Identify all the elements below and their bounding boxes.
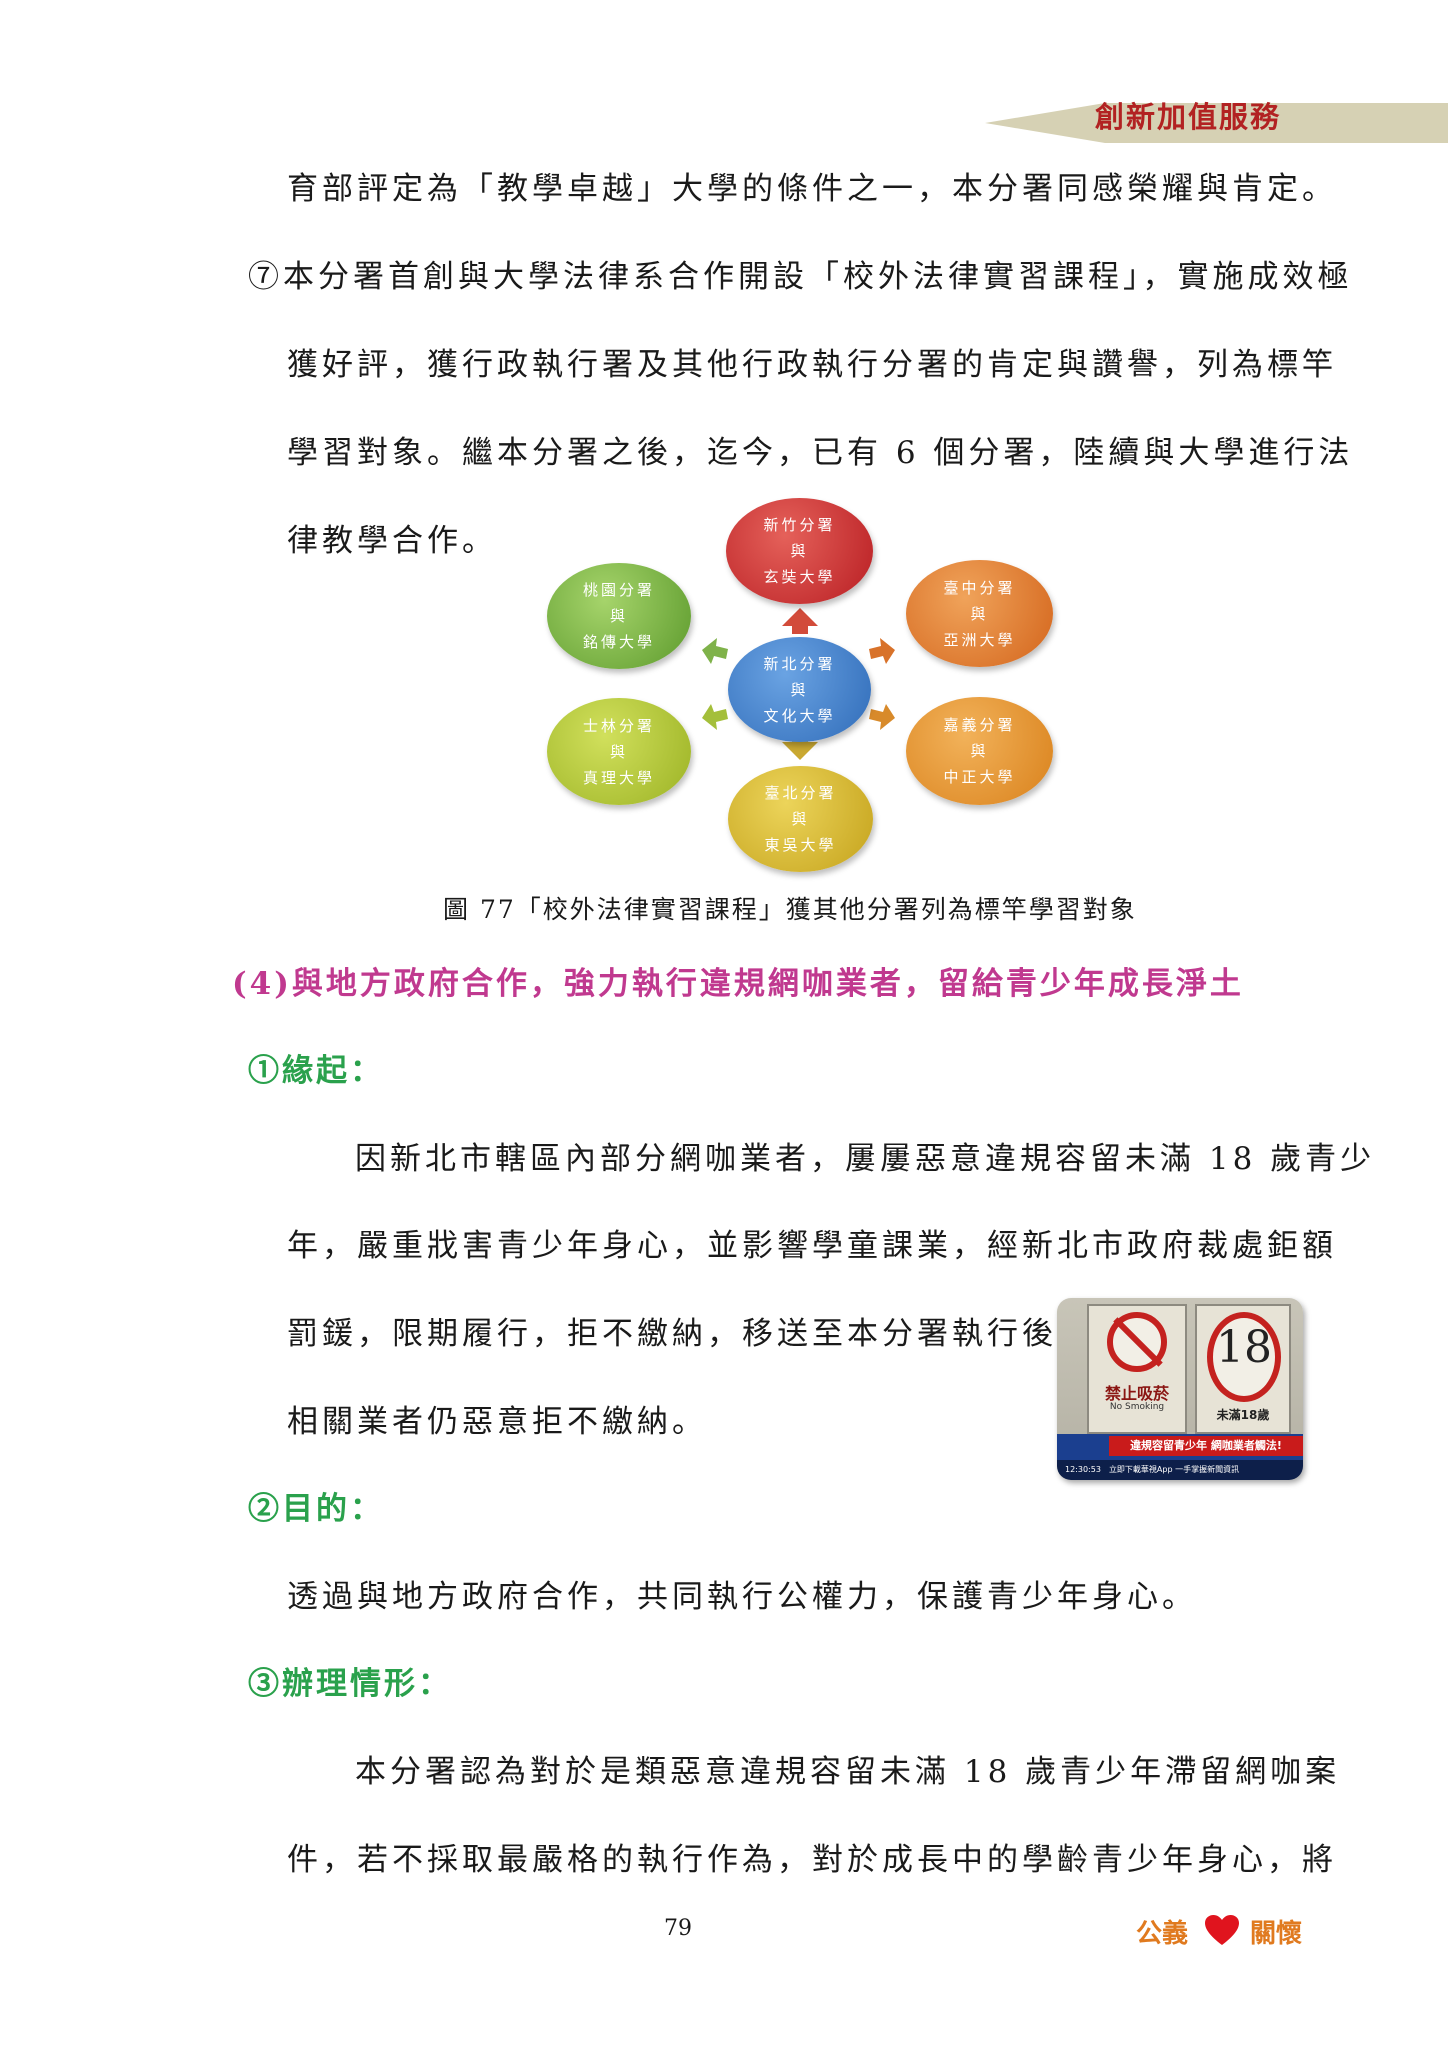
paragraph-line: 因新北市轄區內部分網咖業者，屢屢惡意違規容留未滿 18 歲青少 [355,1141,1376,1177]
paragraph-line: 獲好評，獲行政執行署及其他行政執行分署的肯定與讚譽，列為標竿 [287,347,1337,383]
sign-left-en-text: No Smoking [1109,1402,1165,1412]
paragraph-line: 育部評定為「教學卓越」大學的條件之一，本分署同感榮耀與肯定。 [287,171,1337,207]
paragraph-line: 律教學合作。 [287,523,497,559]
sign-right-number: 18 [1216,1322,1272,1373]
diagram-node-top-right: 臺中分署與亞洲大學 [906,560,1053,667]
diagram-node-bottom-right: 嘉義分署與中正大學 [906,697,1053,805]
paragraph-line: 件，若不採取最嚴格的執行作為，對於成長中的學齡青少年身心，將 [287,1842,1337,1878]
sign-left-text: 禁止吸菸 [1104,1384,1169,1403]
under-18-sign: 18 未滿18歲 [1195,1304,1291,1434]
news-ticker: 12:30:53 立即下載華視App 一手掌握新聞資訊 [1057,1460,1303,1480]
paragraph-line: 罰鍰，限期履行，拒不繳納，移送至本分署執行後， [287,1316,1092,1352]
sign-right-text: 未滿18歲 [1216,1408,1270,1422]
paragraph-line: 學習對象。繼本分署之後，迄今，已有 6 個分署，陸續與大學進行法 [287,435,1354,471]
paragraph-line: 透過與地方政府合作，共同執行公權力，保護青少年身心。 [287,1579,1197,1615]
heart-icon [1205,1915,1239,1945]
page-number: 79 [664,1916,692,1941]
paragraph-line: ⑦本分署首創與大學法律系合作開設「校外法律實習課程」，實施成效極 [248,259,1353,295]
diagram-node-bottom: 臺北分署與東吳大學 [728,766,873,872]
cooperation-diagram: 新北分署與文化大學 新竹分署與玄奘大學 桃園分署與銘傳大學 臺中分署與亞洲大學 … [530,490,1070,880]
footer-motto-left: 公義 [1136,1919,1189,1949]
no-smoking-sign: 禁止吸菸 No Smoking [1087,1304,1187,1434]
paragraph-line: 本分署認為對於是類惡意違規容留未滿 18 歲青少年滯留網咖案 [355,1754,1341,1790]
subsection-heading-purpose: ②目的： [248,1491,384,1527]
paragraph-line: 相關業者仍惡意拒不繳納。 [287,1404,707,1440]
subsection-heading-origin: ①緣起： [248,1053,384,1089]
footer-motto-right: 關懷 [1250,1919,1303,1949]
paragraph-line: 年，嚴重戕害青少年身心，並影響學童課業，經新北市政府裁處鉅額 [287,1228,1337,1264]
diagram-node-bottom-left: 士林分署與真理大學 [547,698,691,805]
diagram-node-center: 新北分署與文化大學 [728,637,871,742]
figure-caption: 圖 77「校外法律實習課程」獲其他分署列為標竿學習對象 [443,895,1137,924]
diagram-node-top: 新竹分署與玄奘大學 [726,498,873,604]
news-headline: 違規容留青少年 網咖業者觸法! [1109,1436,1303,1456]
subsection-heading-status: ③辦理情形： [248,1666,452,1702]
section-heading: (4)與地方政府合作，強力執行違規網咖業者，留給青少年成長淨土 [232,966,1244,1002]
news-photo: 禁止吸菸 No Smoking 18 未滿18歲 違規容留青少年 網咖業者觸法!… [1057,1298,1303,1480]
header-banner-text: 創新加值服務 [1095,100,1282,134]
diagram-node-top-left: 桃園分署與銘傳大學 [547,563,691,669]
